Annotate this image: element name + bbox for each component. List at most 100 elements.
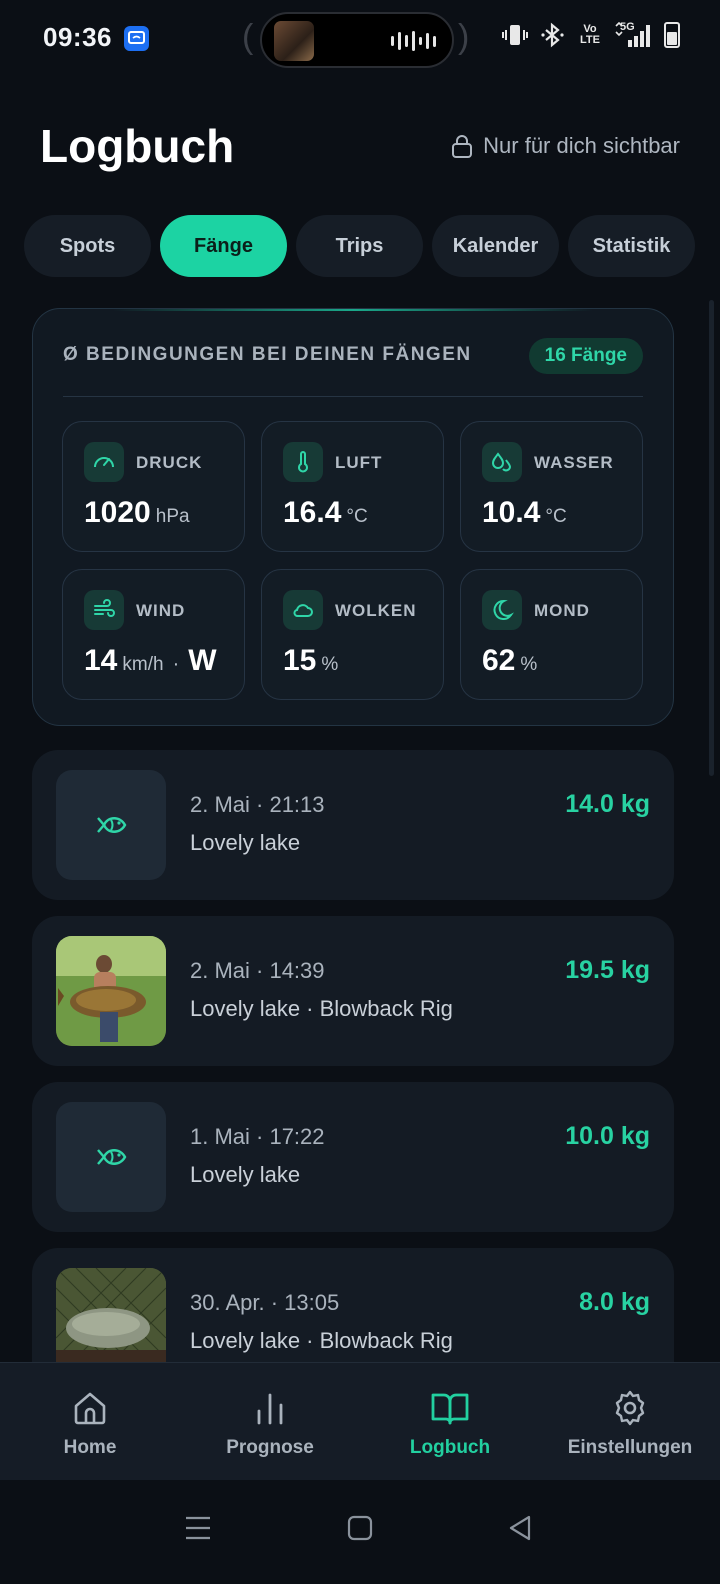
catch-count-badge: 16 Fänge — [528, 338, 643, 374]
page-header: Logbuch Nur für dich sichtbar — [40, 115, 680, 179]
catch-location: Lovely lake · Blowback Rig — [190, 1328, 453, 1353]
status-icons: Vo LTE 5G — [502, 21, 680, 48]
catch-location: Lovely lake — [190, 1162, 301, 1187]
catch-date: 2. Mai · 14:39 — [190, 958, 325, 983]
cloud-icon — [283, 590, 323, 630]
dynamic-island-media[interactable] — [260, 12, 454, 68]
back-icon[interactable] — [500, 1508, 540, 1548]
stat-unit: % — [321, 654, 339, 675]
catch-thumbnail — [56, 1102, 166, 1212]
tab-faenge[interactable]: Fänge — [160, 215, 287, 277]
catch-location: Lovely lake — [190, 830, 301, 855]
volte-icon: Vo LTE — [580, 23, 600, 46]
catch-card[interactable]: 2. Mai · 14:39 Lovely lake · Blowback Ri… — [32, 916, 674, 1066]
stat-unit: km/h — [122, 654, 164, 675]
nav-label: Logbuch — [409, 1437, 491, 1458]
privacy-note: Nur für dich sichtbar — [451, 133, 680, 159]
stat-value: 62 % — [482, 644, 537, 678]
wind-direction: W — [188, 644, 217, 677]
bar-chart-icon — [257, 1393, 283, 1425]
tab-trips[interactable]: Trips — [296, 215, 423, 277]
nav-home[interactable]: Home — [0, 1363, 180, 1480]
island-bracket-right: ) — [458, 18, 470, 56]
catch-photo — [56, 936, 166, 1046]
stat-number: 16.4 — [283, 496, 342, 529]
tab-spots[interactable]: Spots — [24, 215, 151, 277]
stat-unit: hPa — [155, 506, 190, 527]
stat-clouds: WOLKEN 15 % — [261, 569, 444, 700]
stat-wind: WIND 14 km/h · W — [62, 569, 245, 700]
stat-unit: °C — [346, 506, 368, 527]
tab-statistik[interactable]: Statistik — [568, 215, 695, 277]
gear-icon — [615, 1390, 645, 1426]
stat-value: 16.4 °C — [283, 496, 368, 530]
nav-label: Home — [63, 1437, 117, 1458]
catch-date: 30. Apr. · 13:05 — [190, 1290, 340, 1315]
nav-einstellungen[interactable]: Einstellungen — [540, 1363, 720, 1480]
catch-thumbnail — [56, 770, 166, 880]
stat-number: 62 — [482, 644, 516, 677]
scrollbar[interactable] — [709, 300, 714, 776]
water-drops-icon — [482, 442, 522, 482]
screen: 09:36 ( ) Vo LTE 5G Logbuch Nur für dich… — [0, 0, 720, 1584]
audio-wave-icon — [391, 31, 436, 51]
stat-moon: MOND 62 % — [460, 569, 643, 700]
island-bracket-left: ( — [242, 18, 254, 56]
tab-kalender[interactable]: Kalender — [432, 215, 559, 277]
stat-value: 14 km/h · W — [84, 644, 217, 678]
stat-unit: °C — [545, 506, 567, 527]
home-square-icon[interactable] — [340, 1508, 380, 1548]
stat-label: WIND — [136, 601, 186, 620]
stat-water-temp: WASSER 10.4 °C — [460, 421, 643, 552]
stat-value: 10.4 °C — [482, 496, 567, 530]
conditions-title: Ø BEDINGUNGEN BEI DEINEN FÄNGEN — [63, 344, 472, 365]
stat-label: WASSER — [534, 453, 614, 472]
book-icon — [431, 1393, 469, 1425]
clock: 09:36 — [43, 22, 112, 52]
stat-number: 10.4 — [482, 496, 541, 529]
tab-bar: Spots Fänge Trips Kalender Statistik — [24, 215, 704, 277]
stat-number: 1020 — [84, 496, 151, 529]
angler-with-carp-photo — [56, 936, 166, 1046]
fish-icon — [97, 1149, 127, 1165]
stat-label: DRUCK — [136, 453, 203, 472]
thermometer-icon — [283, 442, 323, 482]
bluetooth-icon — [541, 22, 564, 48]
catch-card[interactable]: 1. Mai · 17:22 Lovely lake 10.0 kg — [32, 1082, 674, 1232]
stat-unit: % — [520, 654, 538, 675]
stat-label: LUFT — [335, 453, 383, 472]
moon-icon — [482, 590, 522, 630]
catch-card[interactable]: 2. Mai · 21:13 Lovely lake 14.0 kg — [32, 750, 674, 900]
vibrate-icon — [502, 25, 528, 45]
gauge-icon — [84, 442, 124, 482]
privacy-label: Nur für dich sichtbar — [483, 133, 680, 158]
divider — [63, 396, 643, 397]
stat-number: 14 — [84, 644, 118, 677]
home-icon — [74, 1392, 106, 1425]
separator: · — [172, 653, 180, 675]
stat-value: 1020 hPa — [84, 496, 190, 530]
system-nav-bar — [0, 1480, 720, 1584]
stat-number: 15 — [283, 644, 317, 677]
battery-icon — [664, 22, 680, 48]
5g-signal-icon: 5G — [614, 21, 652, 48]
status-bar: 09:36 ( ) Vo LTE 5G — [0, 0, 720, 80]
catch-location: Lovely lake · Blowback Rig — [190, 996, 453, 1021]
catch-date: 2. Mai · 21:13 — [190, 792, 325, 817]
stat-label: MOND — [534, 601, 590, 620]
stat-pressure: DRUCK 1020 hPa — [62, 421, 245, 552]
bottom-nav: Home Prognose Logbuch Einstellungen — [0, 1362, 720, 1480]
app-notification-icon — [124, 26, 149, 51]
nav-prognose[interactable]: Prognose — [180, 1363, 360, 1480]
nav-label: Prognose — [226, 1437, 314, 1458]
menu-icon[interactable] — [178, 1508, 218, 1548]
stat-value: 15 % — [283, 644, 338, 678]
nav-logbuch[interactable]: Logbuch — [360, 1363, 540, 1480]
catch-weight: 19.5 kg — [565, 956, 650, 984]
conditions-panel: Ø BEDINGUNGEN BEI DEINEN FÄNGEN 16 Fänge… — [32, 308, 674, 726]
lock-icon — [452, 135, 473, 158]
catch-weight: 8.0 kg — [579, 1288, 650, 1316]
page-title: Logbuch — [40, 120, 235, 172]
catch-weight: 14.0 kg — [565, 790, 650, 818]
catch-date: 1. Mai · 17:22 — [190, 1124, 325, 1149]
